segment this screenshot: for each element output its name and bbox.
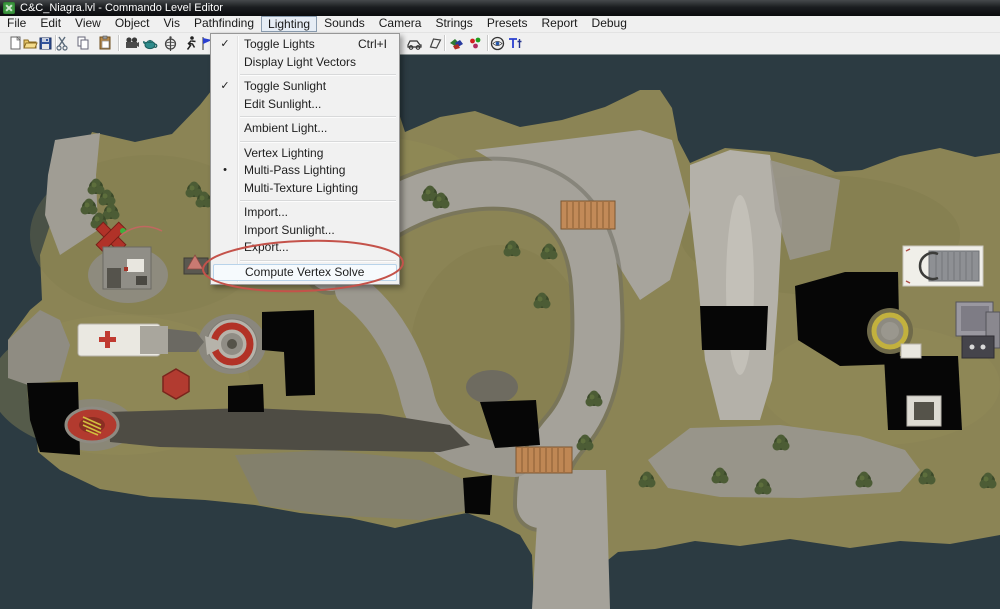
title-bar: C&C_Niagra.lvl - Commando Level Editor <box>0 0 1000 16</box>
helipad <box>66 408 118 442</box>
menu-item-label: Multi-Texture Lighting <box>244 181 358 195</box>
menubar-item-debug[interactable]: Debug <box>585 16 634 31</box>
menu-item-vertex-lighting[interactable]: Vertex Lighting <box>211 145 399 163</box>
menubar-item-presets[interactable]: Presets <box>480 16 535 31</box>
menu-item-ambient-light[interactable]: Ambient Light... <box>211 120 399 138</box>
menubar-item-camera[interactable]: Camera <box>372 16 429 31</box>
menu-separator <box>211 138 399 145</box>
menu-item-toggle-lights[interactable]: ✓ Toggle Lights Ctrl+I <box>211 36 399 54</box>
lighting-menu-dropdown: ✓ Toggle Lights Ctrl+IDisplay Light Vector… <box>210 33 400 285</box>
menu-separator <box>211 71 399 78</box>
light-colors-icon[interactable] <box>467 35 484 52</box>
menu-item-shortcut: Ctrl+I <box>358 36 387 54</box>
hangar-building <box>903 246 983 286</box>
small-pad <box>907 396 941 426</box>
toolbar <box>0 33 1000 55</box>
menu-item-label: Edit Sunlight... <box>244 97 321 111</box>
menu-item-export[interactable]: Export... <box>211 239 399 257</box>
menubar-item-report[interactable]: Report <box>535 16 585 31</box>
teapot-render-icon[interactable] <box>142 35 159 52</box>
menu-item-compute-vertex-solve[interactable]: Compute Vertex Solve <box>213 264 397 282</box>
app-icon <box>3 2 15 14</box>
menu-item-label: Import... <box>244 205 288 219</box>
storage-boxes <box>956 302 1000 358</box>
cut-icon[interactable] <box>54 35 71 52</box>
window-title: C&C_Niagra.lvl - Commando Level Editor <box>20 0 223 16</box>
terrain-layers-icon[interactable] <box>448 35 465 52</box>
level-map-viewport[interactable] <box>0 55 1000 609</box>
menubar-item-view[interactable]: View <box>68 16 108 31</box>
menubar-item-vis[interactable]: Vis <box>157 16 187 31</box>
menu-item-multi-pass-lighting[interactable]: • Multi-Pass Lighting <box>211 162 399 180</box>
text-label-icon[interactable] <box>507 35 524 52</box>
menu-separator <box>211 113 399 120</box>
menubar-item-sounds[interactable]: Sounds <box>317 16 372 31</box>
menubar-item-strings[interactable]: Strings <box>428 16 479 31</box>
checkmark-icon: ✓ <box>218 78 232 96</box>
menubar-item-lighting[interactable]: Lighting <box>261 16 317 32</box>
menu-separator <box>211 257 399 264</box>
menu-item-label: Display Light Vectors <box>244 55 356 69</box>
menu-item-label: Compute Vertex Solve <box>245 265 364 279</box>
menu-bar: FileEditViewObjectVisPathfindingLighting… <box>0 16 1000 33</box>
toolbar-separator <box>118 35 120 51</box>
menu-separator <box>211 197 399 204</box>
menubar-item-object[interactable]: Object <box>108 16 157 31</box>
menu-item-multi-texture-lighting[interactable]: Multi-Texture Lighting <box>211 180 399 198</box>
menu-item-label: Ambient Light... <box>244 121 327 135</box>
gyro-axis-icon[interactable] <box>162 35 179 52</box>
copy-icon[interactable] <box>75 35 92 52</box>
menu-item-display-light-vectors[interactable]: Display Light Vectors <box>211 54 399 72</box>
menu-item-label: Export... <box>244 240 289 254</box>
menu-item-label: Multi-Pass Lighting <box>244 163 345 177</box>
menu-item-import[interactable]: Import... <box>211 204 399 222</box>
menubar-item-file[interactable]: File <box>0 16 33 31</box>
menubar-item-pathfinding[interactable]: Pathfinding <box>187 16 261 31</box>
movie-camera-icon[interactable] <box>123 35 140 52</box>
flag-emplacement <box>184 255 208 274</box>
menu-item-label: Import Sunlight... <box>244 223 335 237</box>
base-building <box>103 247 151 289</box>
polygon-tool-icon[interactable] <box>427 35 444 52</box>
menu-item-label: Toggle Sunlight <box>244 79 326 93</box>
menu-item-toggle-sunlight[interactable]: ✓ Toggle Sunlight <box>211 78 399 96</box>
toolbar-separator <box>444 35 446 51</box>
menu-item-edit-sunlight[interactable]: Edit Sunlight... <box>211 96 399 114</box>
menubar-item-edit[interactable]: Edit <box>33 16 68 31</box>
checkmark-icon: ✓ <box>218 36 232 54</box>
paste-icon[interactable] <box>97 35 114 52</box>
hex-pad <box>163 369 189 399</box>
menu-item-import-sunlight[interactable]: Import Sunlight... <box>211 222 399 240</box>
run-mode-icon[interactable] <box>182 35 199 52</box>
menu-item-label: Toggle Lights <box>244 37 315 51</box>
menu-item-label: Vertex Lighting <box>244 146 323 160</box>
bullet-icon: • <box>218 162 232 180</box>
eye-visibility-icon[interactable] <box>489 35 506 52</box>
vehicle-icon[interactable] <box>406 35 423 52</box>
river-mouth <box>532 470 610 609</box>
save-icon[interactable] <box>37 35 54 52</box>
